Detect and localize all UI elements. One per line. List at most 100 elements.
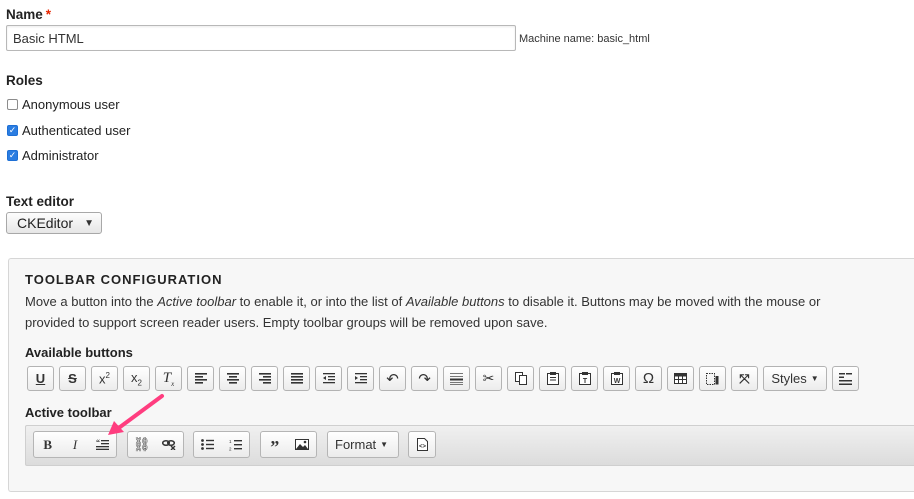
maximize-icon: ⤧ (739, 370, 750, 386)
align-center-icon (226, 373, 239, 384)
blockquote-button[interactable]: “ (89, 432, 116, 457)
blockquote-quote-button[interactable]: ” (261, 432, 289, 457)
svg-text:2: 2 (229, 446, 232, 451)
format-dropdown-button[interactable]: Format ▼ (327, 431, 399, 458)
authenticated-checkbox[interactable]: ✓ (7, 125, 18, 136)
name-label: Name * (6, 7, 51, 22)
paste-text-icon: T (578, 372, 591, 385)
anonymous-checkbox[interactable] (7, 99, 18, 110)
blockquote-icon: “ (95, 439, 109, 450)
align-right-button[interactable] (251, 366, 278, 391)
caret-down-icon: ▼ (810, 374, 819, 383)
italic-icon: I (72, 436, 78, 452)
source-code-button[interactable] (832, 366, 859, 391)
outdent-button[interactable] (315, 366, 342, 391)
paste-word-icon: W (610, 372, 623, 385)
paste-button[interactable] (539, 366, 566, 391)
align-right-icon (258, 373, 271, 384)
role-anonymous[interactable]: Anonymous user (7, 97, 120, 112)
show-blocks-icon (706, 372, 719, 385)
superscript-button[interactable]: x2 (91, 366, 118, 391)
roles-label: Roles (6, 73, 43, 88)
role-label: Administrator (22, 148, 99, 163)
svg-text:1: 1 (229, 439, 232, 444)
redo-icon: ↷ (418, 370, 431, 388)
active-group-formatting[interactable]: B I “ (33, 431, 117, 458)
redo-button[interactable]: ↷ (411, 366, 438, 391)
svg-text:<>: <> (418, 444, 426, 450)
undo-icon: ↶ (386, 370, 399, 388)
underline-icon: U (35, 371, 46, 386)
maximize-button[interactable]: ⤧ (731, 366, 758, 391)
horizontal-line-button[interactable] (443, 366, 470, 391)
text-editor-select[interactable]: CKEditor ▼ (6, 212, 102, 234)
underline-button[interactable]: U (27, 366, 54, 391)
toolbar-configuration-description: Move a button into the Active toolbar to… (25, 291, 914, 333)
justify-button[interactable] (283, 366, 310, 391)
remove-format-button[interactable]: Tx (155, 366, 182, 391)
quote-icon: ” (270, 437, 280, 457)
description-line-1: Move a button into the Active toolbar to… (25, 294, 821, 309)
active-group-links[interactable]: ⛓ (127, 431, 184, 458)
caret-down-icon: ▼ (380, 440, 389, 449)
styles-label: Styles (771, 371, 807, 386)
subscript-icon: x2 (131, 369, 142, 388)
show-blocks-button[interactable] (699, 366, 726, 391)
svg-text:W: W (613, 378, 620, 385)
remove-format-icon: Tx (162, 369, 175, 388)
source-icon (839, 372, 852, 385)
table-icon (674, 373, 687, 384)
role-label: Anonymous user (22, 97, 120, 112)
copy-button[interactable] (507, 366, 534, 391)
bold-icon: B (43, 436, 52, 452)
omega-icon: Ω (642, 370, 655, 387)
active-group-media[interactable]: ” (260, 431, 317, 458)
text-editor-label: Text editor (6, 194, 75, 209)
horizontal-line-icon (450, 372, 463, 385)
superscript-icon: x2 (99, 370, 110, 387)
administrator-checkbox[interactable]: ✓ (7, 150, 18, 161)
strikethrough-icon: S (68, 371, 77, 386)
unlink-button[interactable] (156, 432, 184, 457)
numbered-list-icon: 12 (229, 439, 242, 451)
subscript-button[interactable]: x2 (123, 366, 150, 391)
toolbar-configuration-title: TOOLBAR CONFIGURATION (25, 272, 223, 287)
special-character-button[interactable]: Ω (635, 366, 662, 391)
outdent-icon (322, 373, 335, 384)
name-label-text: Name (6, 7, 43, 22)
svg-text:T: T (582, 378, 587, 385)
active-group-lists[interactable]: 12 (193, 431, 250, 458)
styles-dropdown-button[interactable]: Styles ▼ (763, 366, 827, 391)
unlink-icon (162, 439, 176, 450)
strikethrough-button[interactable]: S (59, 366, 86, 391)
active-group-source[interactable]: <> (408, 431, 436, 458)
bulleted-list-button[interactable] (194, 432, 222, 457)
indent-button[interactable] (347, 366, 374, 391)
image-button[interactable] (289, 432, 317, 457)
justify-icon (290, 373, 303, 384)
bulleted-list-icon (201, 439, 215, 450)
scissors-icon: ✂ (482, 370, 495, 386)
image-icon (295, 439, 310, 450)
format-label: Format (335, 437, 377, 452)
text-editor-value: CKEditor (17, 215, 74, 231)
align-center-button[interactable] (219, 366, 246, 391)
copy-icon (514, 372, 527, 385)
paste-text-button[interactable]: T (571, 366, 598, 391)
name-input[interactable] (6, 25, 516, 51)
paste-word-button[interactable]: W (603, 366, 630, 391)
align-left-button[interactable] (187, 366, 214, 391)
undo-button[interactable]: ↶ (379, 366, 406, 391)
numbered-list-button[interactable]: 12 (222, 432, 250, 457)
table-button[interactable] (667, 366, 694, 391)
role-label: Authenticated user (22, 123, 131, 138)
link-button[interactable]: ⛓ (128, 432, 156, 457)
role-administrator[interactable]: ✓ Administrator (7, 148, 99, 163)
role-authenticated[interactable]: ✓ Authenticated user (7, 123, 130, 138)
machine-name: Machine name: basic_html (519, 33, 650, 45)
bold-button[interactable]: B (34, 432, 61, 457)
italic-button[interactable]: I (61, 432, 88, 457)
available-buttons-list: U S x2 x2 Tx ↶ ↷ ✂ T W Ω ⤧ Styles ▼ (27, 366, 864, 391)
svg-text:“: “ (96, 439, 100, 447)
cut-button[interactable]: ✂ (475, 366, 502, 391)
